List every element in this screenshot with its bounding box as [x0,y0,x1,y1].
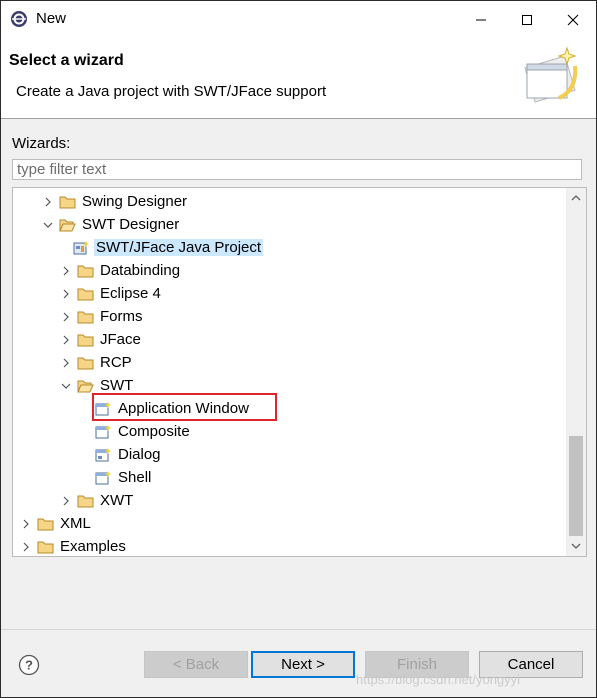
tree-item-forms[interactable]: Forms [59,305,145,328]
tree-item-xml[interactable]: XML [19,512,93,535]
tree-item-label: Dialog [118,446,161,463]
tree-item-label: Examples [60,538,126,555]
chevron-right-icon[interactable] [59,494,73,508]
page-title: Select a wizard [9,52,124,69]
tree-item-label: SWT/JFace Java Project [94,239,264,256]
wizard-tree[interactable]: Swing Designer SWT Designer SWT/JFace Ja… [12,187,587,557]
chevron-right-icon[interactable] [59,333,73,347]
chevron-right-icon[interactable] [19,540,33,554]
back-button[interactable]: < Back [144,651,248,678]
folder-open-icon [59,217,76,233]
close-icon [567,14,579,25]
tree-item-swt-jface-java-project[interactable]: SWT/JFace Java Project [73,236,264,259]
folder-icon [77,263,94,279]
tree-item-composite[interactable]: Composite [95,420,192,443]
tree-item-label: JFace [100,331,141,348]
scroll-down-button[interactable] [566,536,586,556]
wizard-dialog: New Select a wizard Create a Java projec… [0,0,597,698]
title-bar[interactable]: New [1,1,596,38]
tree-item-eclipse-4[interactable]: Eclipse 4 [59,282,163,305]
close-button[interactable] [550,1,596,38]
scrollbar-thumb[interactable] [569,436,583,536]
tree-item-swing-designer[interactable]: Swing Designer [41,190,189,213]
tree-item-xwt[interactable]: XWT [59,489,135,512]
vertical-scrollbar[interactable] [566,188,586,556]
watermark: https://blog.csdn.net/yongyyi [356,672,521,687]
folder-icon [77,332,94,348]
tree-item-shell[interactable]: Shell [95,466,153,489]
chevron-down-icon[interactable] [59,379,73,393]
folder-icon [77,286,94,302]
svg-text:?: ? [25,658,33,673]
chevron-down-icon[interactable] [41,218,55,232]
java-project-icon [73,240,90,256]
button-bar-separator [1,629,596,630]
chevron-right-icon[interactable] [59,287,73,301]
chevron-right-icon[interactable] [59,310,73,324]
dialog-wizard-icon [95,447,112,463]
chevron-right-icon[interactable] [59,356,73,370]
tree-item-label: Databinding [100,262,181,279]
filter-input[interactable] [12,159,582,180]
tree-item-label: Swing Designer [82,193,188,210]
scroll-up-button[interactable] [566,188,586,208]
folder-icon [77,355,94,371]
window-wizard-icon [95,424,112,440]
chevron-right-icon[interactable] [41,195,55,209]
next-button[interactable]: Next > [251,651,355,678]
folder-icon [77,309,94,325]
chevron-down-icon [571,543,581,549]
wizard-banner: Select a wizard Create a Java project wi… [1,38,596,119]
chevron-right-icon[interactable] [59,264,73,278]
tree-item-label: Forms [100,308,143,325]
tree-item-label: Composite [118,423,190,440]
page-description: Create a Java project with SWT/JFace sup… [16,83,327,100]
tree-item-rcp[interactable]: RCP [59,351,134,374]
tree-item-label: SWT [100,377,134,394]
tree-item-label: XWT [100,492,134,509]
tree-item-swt-designer[interactable]: SWT Designer [41,213,181,236]
folder-icon [77,493,94,509]
tree-item-examples[interactable]: Examples [19,535,128,556]
tree-item-databinding[interactable]: Databinding [59,259,182,282]
wizards-label: Wizards: [12,135,71,152]
tree-item-jface[interactable]: JFace [59,328,143,351]
tree-item-label: XML [60,515,91,532]
minimize-button[interactable] [458,1,504,38]
tree-item-label: Shell [118,469,152,486]
folder-open-icon [77,378,94,394]
eclipse-app-icon [11,11,27,27]
annotation-highlight-box [92,393,277,421]
new-wizard-banner-icon [524,46,578,103]
minimize-icon [476,19,486,20]
folder-icon [37,539,54,555]
tree-item-label: RCP [100,354,132,371]
maximize-button[interactable] [504,1,550,38]
tree-item-dialog[interactable]: Dialog [95,443,163,466]
folder-icon [37,516,54,532]
folder-icon [59,194,76,210]
window-wizard-icon [95,470,112,486]
chevron-right-icon[interactable] [19,517,33,531]
tree-item-label: SWT Designer [82,216,180,233]
tree-item-label: Eclipse 4 [100,285,161,302]
help-icon[interactable]: ? [18,654,40,676]
chevron-up-icon [571,195,581,201]
maximize-icon [522,14,532,25]
window-title: New [36,10,67,27]
